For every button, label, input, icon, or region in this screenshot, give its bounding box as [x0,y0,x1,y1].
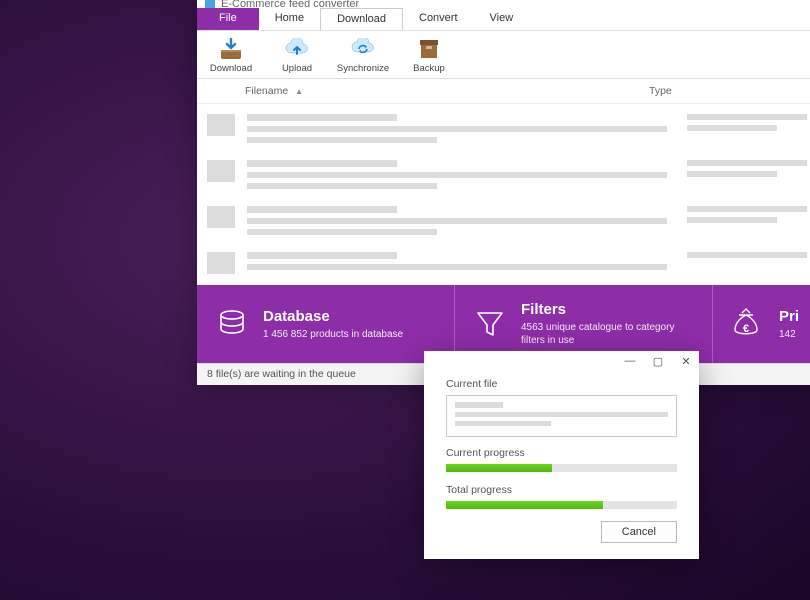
current-file-box [446,395,677,437]
list-item[interactable] [207,252,807,275]
synchronize-button[interactable]: Synchronize [339,37,387,74]
stat-prices: € Pri 142 [713,285,810,363]
svg-text:€: € [743,323,749,335]
prices-title: Pri [779,308,799,325]
download-label: Download [210,63,252,74]
menu-download[interactable]: Download [320,8,403,30]
dialog-chrome: — ▢ ✕ [424,351,699,372]
window-title: E-Commerce feed converter [221,0,359,8]
menu-convert[interactable]: Convert [403,8,474,30]
database-title: Database [263,308,403,325]
total-progress-label: Total progress [446,484,677,496]
current-progress-label: Current progress [446,447,677,459]
filters-subtitle: 4563 unique catalogue to category filter… [521,321,694,347]
list-item[interactable] [207,206,807,240]
synchronize-label: Synchronize [337,63,389,74]
menu-home[interactable]: Home [259,8,320,30]
maximize-button[interactable]: ▢ [651,355,665,368]
prices-subtitle: 142 [779,328,799,341]
file-thumb-icon [207,114,235,136]
upload-button[interactable]: Upload [273,37,321,74]
close-button[interactable]: ✕ [679,355,693,368]
menu-file[interactable]: File [197,8,259,30]
backup-button[interactable]: Backup [405,37,453,74]
current-file-label: Current file [446,378,677,390]
cancel-button[interactable]: Cancel [601,521,677,543]
database-subtitle: 1 456 852 products in database [263,328,403,341]
ribbon: Download Upload Synchronize [197,30,810,79]
header-filename[interactable]: Filename ▲ [245,85,649,97]
sort-asc-icon: ▲ [295,87,303,96]
progress-dialog: — ▢ ✕ Current file Current progress Tota… [424,351,699,559]
backup-icon [415,37,443,61]
minimize-button[interactable]: — [623,355,637,368]
app-icon [205,0,215,8]
funnel-icon [473,307,507,341]
download-button[interactable]: Download [207,37,255,74]
money-bag-icon: € [731,307,765,341]
menu-bar: File Home Download Convert View [197,8,810,30]
file-thumb-icon [207,252,235,274]
queue-status: 8 file(s) are waiting in the queue [207,368,356,380]
file-thumb-icon [207,206,235,228]
database-icon [215,307,249,341]
menu-view[interactable]: View [474,8,530,30]
upload-icon [283,37,311,61]
synchronize-icon [349,37,377,61]
file-thumb-icon [207,160,235,182]
stat-database: Database 1 456 852 products in database [197,285,455,363]
list-item[interactable] [207,160,807,194]
app-window: E-Commerce feed converter File Home Down… [197,0,810,385]
title-bar: E-Commerce feed converter [197,0,810,8]
download-icon [217,37,245,61]
total-progress-bar [446,501,677,509]
header-type[interactable]: Type [649,85,769,97]
column-headers: Filename ▲ Type [197,79,810,104]
list-item[interactable] [207,114,807,148]
upload-label: Upload [282,63,312,74]
backup-label: Backup [413,63,445,74]
file-list [197,104,810,285]
filename-header-text: Filename [245,85,288,97]
current-progress-bar [446,464,677,472]
filters-title: Filters [521,301,694,318]
